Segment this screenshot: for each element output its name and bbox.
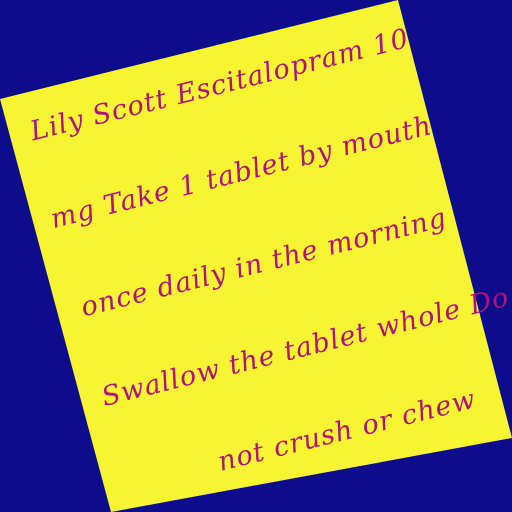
note-line-3: once daily in the morning [78, 202, 450, 323]
note-text: Lily Scott Escitalopram 10 mg Take 1 tab… [26, 23, 512, 478]
photo-canvas: Lily Scott Escitalopram 10 mg Take 1 tab… [0, 0, 512, 512]
note-line-5: not crush or chew [215, 384, 479, 478]
